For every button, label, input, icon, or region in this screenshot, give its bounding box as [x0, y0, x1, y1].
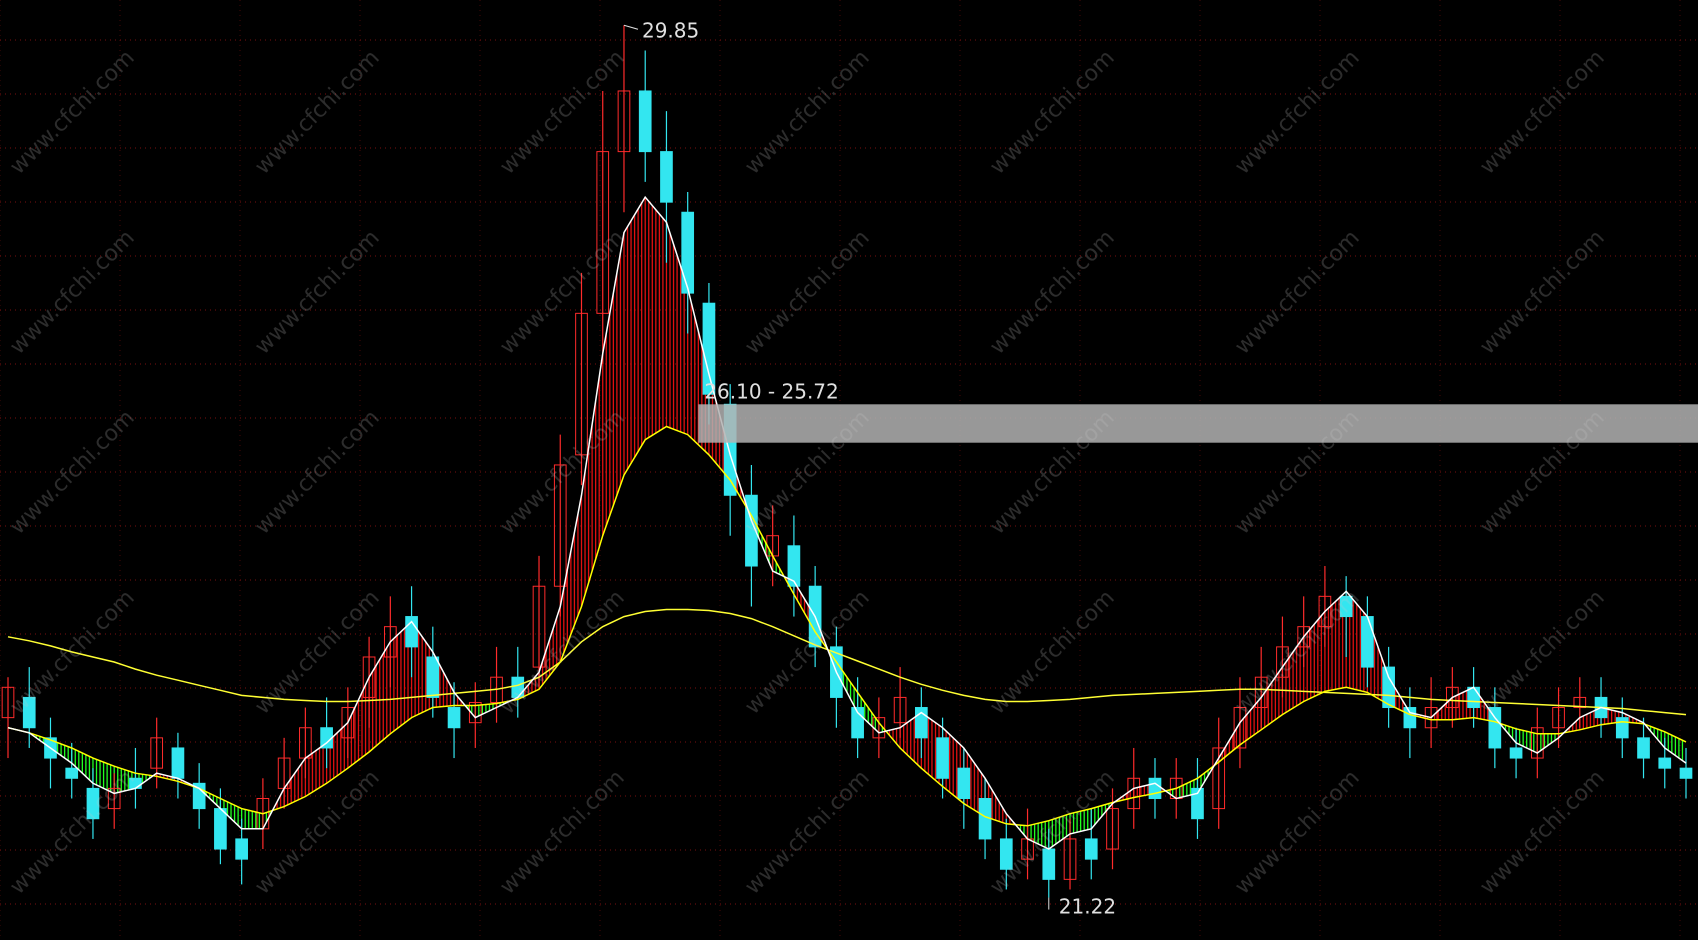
low-price-label: 21.22	[1059, 895, 1116, 919]
candle-body	[787, 545, 801, 587]
candle-body	[447, 707, 461, 729]
candles	[1, 25, 1693, 898]
high-price-label: 29.85	[642, 18, 699, 42]
candle-body	[214, 808, 227, 850]
moving-average-lines	[7, 195, 1687, 850]
candle-body	[1361, 616, 1374, 668]
candle-body	[1042, 848, 1056, 880]
candle-body	[1615, 717, 1629, 739]
mid-ma-line	[7, 425, 1687, 827]
candle-body	[999, 838, 1013, 870]
ma-fill-bands	[32, 197, 1684, 850]
candle-body	[1679, 767, 1693, 779]
candle-body	[1084, 838, 1098, 860]
candle-body	[936, 737, 949, 779]
slow-ma-line	[7, 608, 1687, 716]
candle-body	[1637, 737, 1650, 759]
zone-range-label: 26.10 - 25.72	[704, 379, 838, 403]
candlestick-chart: 29.85 21.22 26.10 - 25.72	[0, 0, 1698, 940]
chart-annotations: 29.85 21.22 26.10 - 25.72	[623, 18, 1116, 919]
candle-body	[129, 777, 142, 789]
candle-body	[1467, 686, 1480, 709]
candle-body	[957, 767, 971, 799]
price-zone-band	[698, 404, 1698, 443]
grid-lines	[0, 0, 1698, 940]
high-leader-line	[623, 24, 639, 30]
candle-body	[235, 838, 248, 860]
candle-body	[1658, 757, 1672, 769]
candle-body	[1488, 707, 1502, 749]
candle-body	[22, 696, 36, 729]
candle-body	[681, 211, 695, 294]
candle-body	[638, 90, 652, 153]
candle-body	[1148, 777, 1162, 799]
candle-body	[86, 787, 100, 820]
candle-body	[1339, 595, 1353, 618]
candle-body	[171, 747, 185, 779]
candle-body	[1403, 707, 1417, 729]
candle-body	[1509, 747, 1523, 759]
candle-body	[65, 767, 79, 779]
candle-body	[660, 151, 673, 203]
candle-body	[511, 676, 525, 698]
candle-body	[426, 656, 440, 698]
fast-ma-line	[7, 195, 1687, 850]
